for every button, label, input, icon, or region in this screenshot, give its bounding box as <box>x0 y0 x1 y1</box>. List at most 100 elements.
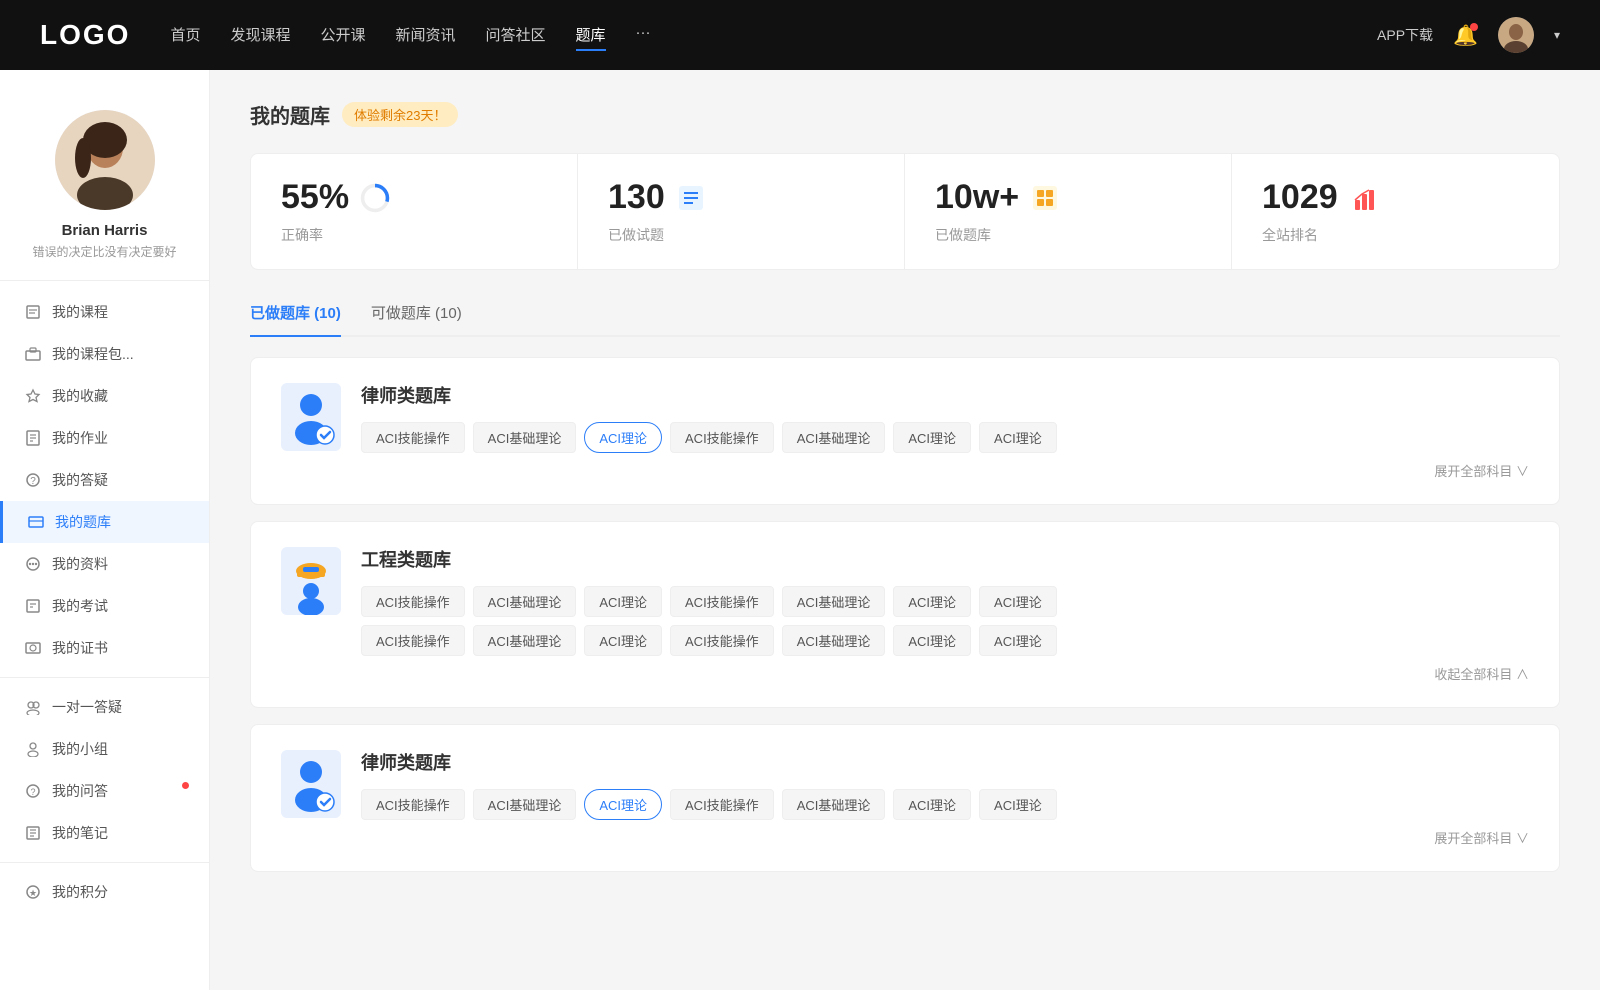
stat-ranking-top: 1029 <box>1262 178 1529 217</box>
tag-e-5[interactable]: ACI理论 <box>893 586 971 617</box>
tag-l2-0[interactable]: ACI技能操作 <box>361 789 465 820</box>
sidebar-profile: Brian Harris 错误的决定比没有决定要好 <box>0 100 209 281</box>
sidebar-item-oneone[interactable]: 一对一答疑 <box>0 686 209 728</box>
sidebar-item-package[interactable]: 我的课程包... <box>0 333 209 375</box>
tag-l1-4[interactable]: ACI基础理论 <box>782 422 886 453</box>
donut-chart-icon <box>359 182 391 214</box>
sidebar-label-favorites: 我的收藏 <box>52 386 108 406</box>
sidebar-item-group[interactable]: 我的小组 <box>0 728 209 770</box>
list-icon <box>675 182 707 214</box>
nav-right: APP下载 🔔 ▾ <box>1377 17 1560 53</box>
tag-l2-3[interactable]: ACI技能操作 <box>670 789 774 820</box>
sidebar-item-qbank[interactable]: 我的题库 <box>0 501 209 543</box>
expand-link-lawyer-2[interactable]: 展开全部科目 ∨ <box>361 828 1529 847</box>
sidebar-item-notes[interactable]: 我的笔记 <box>0 812 209 854</box>
qbank-body-lawyer-2: 律师类题库 ACI技能操作 ACI基础理论 ACI理论 ACI技能操作 ACI基… <box>361 749 1529 847</box>
tag-e2-5[interactable]: ACI理论 <box>893 625 971 656</box>
nav-open-course[interactable]: 公开课 <box>320 20 365 51</box>
course-icon <box>24 303 42 321</box>
tag-e-4[interactable]: ACI基础理论 <box>782 586 886 617</box>
tag-e-2[interactable]: ACI理论 <box>584 586 662 617</box>
qbank-card-lawyer-1: 律师类题库 ACI技能操作 ACI基础理论 ACI理论 ACI技能操作 ACI基… <box>250 357 1560 505</box>
tag-l1-2[interactable]: ACI理论 <box>584 422 662 453</box>
stat-done-questions-top: 130 <box>608 178 874 217</box>
notification-bell[interactable]: 🔔 <box>1453 23 1478 48</box>
nav-news[interactable]: 新闻资讯 <box>396 20 456 51</box>
nav-more[interactable]: ··· <box>636 20 651 51</box>
tag-e2-6[interactable]: ACI理论 <box>979 625 1057 656</box>
tags-row-engineer-1: ACI技能操作 ACI基础理论 ACI理论 ACI技能操作 ACI基础理论 AC… <box>361 586 1529 617</box>
nav-discover[interactable]: 发现课程 <box>230 20 290 51</box>
tag-e-3[interactable]: ACI技能操作 <box>670 586 774 617</box>
app-download-link[interactable]: APP下载 <box>1377 25 1433 45</box>
nav-qa[interactable]: 问答社区 <box>486 20 546 51</box>
sidebar-item-points[interactable]: ★ 我的积分 <box>0 871 209 913</box>
sidebar-item-exam[interactable]: 我的考试 <box>0 585 209 627</box>
question-icon: ? <box>24 471 42 489</box>
tag-l1-3[interactable]: ACI技能操作 <box>670 422 774 453</box>
tag-l1-1[interactable]: ACI基础理论 <box>473 422 577 453</box>
sidebar-divider-2 <box>0 862 209 863</box>
tag-l1-6[interactable]: ACI理论 <box>979 422 1057 453</box>
tag-e2-0[interactable]: ACI技能操作 <box>361 625 465 656</box>
sidebar-item-favorites[interactable]: 我的收藏 <box>0 375 209 417</box>
sidebar-item-resource[interactable]: 我的资料 <box>0 543 209 585</box>
qbank-name-lawyer-2: 律师类题库 <box>361 749 1529 775</box>
tag-l2-1[interactable]: ACI基础理论 <box>473 789 577 820</box>
sidebar-item-course[interactable]: 我的课程 <box>0 291 209 333</box>
sidebar-avatar <box>55 110 155 210</box>
tag-e2-3[interactable]: ACI技能操作 <box>670 625 774 656</box>
stat-done-banks: 10w+ 已做题库 <box>905 154 1232 269</box>
tab-done-banks[interactable]: 已做题库 (10) <box>250 294 341 337</box>
stat-accuracy: 55% 正确率 <box>251 154 578 269</box>
tag-l2-2[interactable]: ACI理论 <box>584 789 662 820</box>
qbank-header-lawyer-1: 律师类题库 ACI技能操作 ACI基础理论 ACI理论 ACI技能操作 ACI基… <box>281 382 1529 480</box>
qbank-card-engineer: 工程类题库 ACI技能操作 ACI基础理论 ACI理论 ACI技能操作 ACI基… <box>250 521 1560 708</box>
tags-row-lawyer-2: ACI技能操作 ACI基础理论 ACI理论 ACI技能操作 ACI基础理论 AC… <box>361 789 1529 820</box>
qa-icon: ? <box>24 782 42 800</box>
nav-qbank[interactable]: 题库 <box>576 20 606 51</box>
avatar-chevron-icon[interactable]: ▾ <box>1554 28 1560 42</box>
sidebar-item-qa[interactable]: ? 我的问答 <box>0 770 209 812</box>
qbank-name-engineer: 工程类题库 <box>361 546 1529 572</box>
expand-link-lawyer-1[interactable]: 展开全部科目 ∨ <box>361 461 1529 480</box>
sidebar-label-question: 我的答疑 <box>52 470 108 490</box>
tab-available-banks[interactable]: 可做题库 (10) <box>371 294 462 337</box>
tag-e-1[interactable]: ACI基础理论 <box>473 586 577 617</box>
resource-icon <box>24 555 42 573</box>
nav-home[interactable]: 首页 <box>170 20 200 51</box>
stat-done-banks-label: 已做题库 <box>935 225 1201 245</box>
page-header: 我的题库 体验剩余23天！ <box>250 100 1560 129</box>
tag-e-0[interactable]: ACI技能操作 <box>361 586 465 617</box>
grid-icon <box>1029 182 1061 214</box>
svg-text:★: ★ <box>29 888 37 898</box>
sidebar-item-question[interactable]: ? 我的答疑 <box>0 459 209 501</box>
tag-l2-6[interactable]: ACI理论 <box>979 789 1057 820</box>
sidebar-item-cert[interactable]: 我的证书 <box>0 627 209 669</box>
sidebar-item-homework[interactable]: 我的作业 <box>0 417 209 459</box>
tag-e2-1[interactable]: ACI基础理论 <box>473 625 577 656</box>
tag-l1-0[interactable]: ACI技能操作 <box>361 422 465 453</box>
stat-ranking-label: 全站排名 <box>1262 225 1529 245</box>
expand-link-engineer[interactable]: 收起全部科目 ∧ <box>361 664 1529 683</box>
sidebar-label-course: 我的课程 <box>52 302 108 322</box>
tag-l1-5[interactable]: ACI理论 <box>893 422 971 453</box>
tag-l2-5[interactable]: ACI理论 <box>893 789 971 820</box>
tag-e2-2[interactable]: ACI理论 <box>584 625 662 656</box>
qbank-header-engineer: 工程类题库 ACI技能操作 ACI基础理论 ACI理论 ACI技能操作 ACI基… <box>281 546 1529 683</box>
engineer-icon <box>281 546 341 616</box>
group-icon <box>24 740 42 758</box>
tag-e-6[interactable]: ACI理论 <box>979 586 1057 617</box>
navbar: LOGO 首页 发现课程 公开课 新闻资讯 问答社区 题库 ··· APP下载 … <box>0 0 1600 70</box>
sidebar-label-qbank: 我的题库 <box>55 512 111 532</box>
user-name: Brian Harris <box>62 222 148 239</box>
tag-l2-4[interactable]: ACI基础理论 <box>782 789 886 820</box>
trial-badge: 体验剩余23天！ <box>342 102 458 127</box>
page-title: 我的题库 <box>250 100 330 129</box>
avatar[interactable] <box>1498 17 1534 53</box>
tag-e2-4[interactable]: ACI基础理论 <box>782 625 886 656</box>
sidebar: Brian Harris 错误的决定比没有决定要好 我的课程 我的课程包... <box>0 70 210 990</box>
user-motto: 错误的决定比没有决定要好 <box>32 243 176 260</box>
sidebar-label-points: 我的积分 <box>52 882 108 902</box>
tags-row-engineer-2: ACI技能操作 ACI基础理论 ACI理论 ACI技能操作 ACI基础理论 AC… <box>361 625 1529 656</box>
